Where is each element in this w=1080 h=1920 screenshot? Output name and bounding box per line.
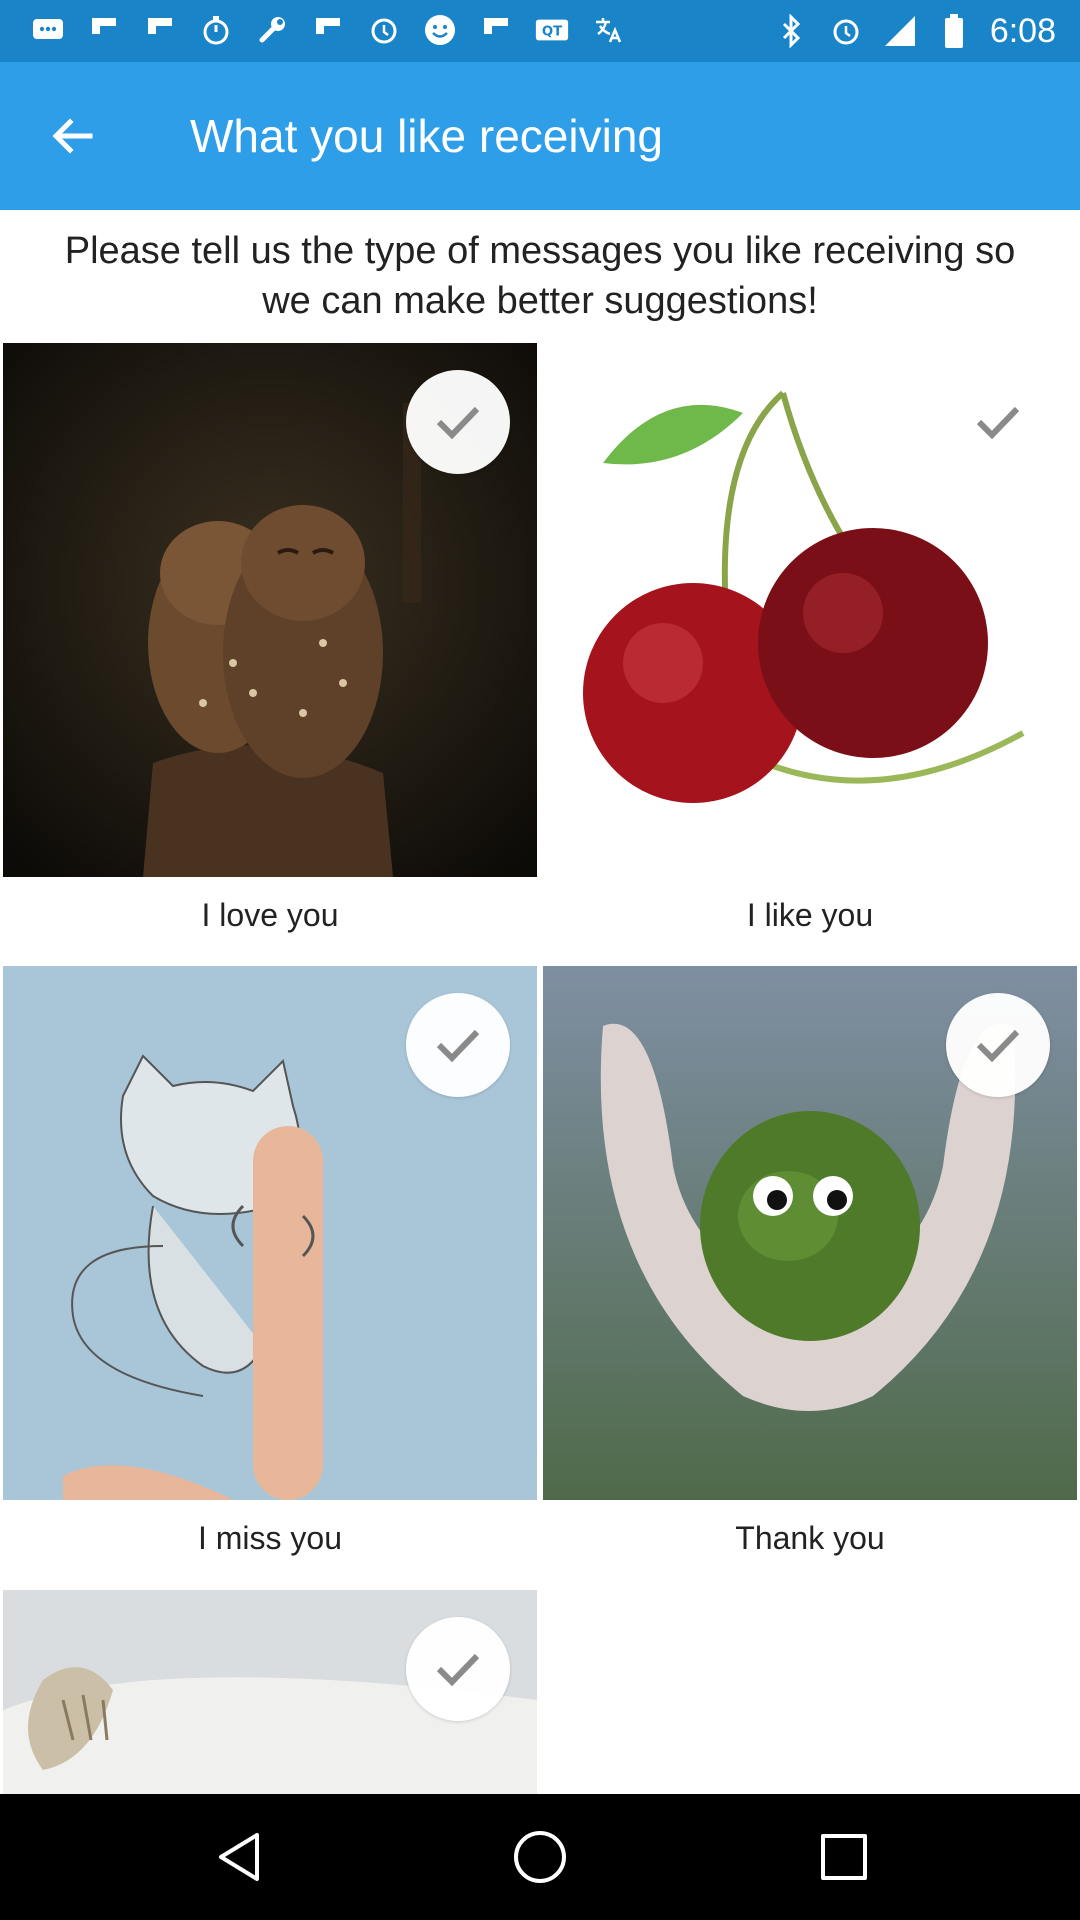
app-bar: What you like receiving	[0, 62, 1080, 210]
circle-home-icon	[514, 1831, 566, 1883]
system-nav-bar	[0, 1794, 1080, 1920]
flipboard-icon	[86, 12, 122, 48]
status-time: 6:08	[989, 12, 1056, 50]
arrow-left-icon	[52, 118, 93, 154]
page-title: What you like receiving	[190, 110, 663, 162]
nav-home-button[interactable]	[504, 1824, 576, 1890]
tile-label: Thank you	[735, 1520, 885, 1556]
qt-icon: QT	[534, 12, 570, 48]
nav-recents-button[interactable]	[808, 1824, 880, 1890]
alarm-icon	[366, 12, 402, 48]
translate-icon	[590, 12, 626, 48]
bluetooth-icon	[774, 13, 810, 49]
checkmark-icon	[976, 1029, 1020, 1063]
svg-text:QT: QT	[542, 25, 562, 40]
checkmark-icon	[976, 406, 1020, 440]
triangle-back-icon	[219, 1833, 259, 1881]
messaging-icon	[30, 12, 66, 48]
flipboard-icon	[310, 12, 346, 48]
select-check-button[interactable]	[406, 370, 510, 474]
system-indicators: 6:08	[774, 10, 1056, 52]
signal-icon	[882, 13, 918, 49]
stopwatch-icon	[198, 12, 234, 48]
square-recents-icon	[821, 1834, 867, 1880]
nav-back-button[interactable]	[202, 1824, 274, 1890]
flipboard-icon	[142, 12, 178, 48]
smiley-icon	[422, 12, 458, 48]
notification-icons: QT	[30, 12, 626, 48]
wrench-icon	[254, 12, 290, 48]
alarm-icon	[828, 13, 864, 49]
tile-label: I miss you	[197, 1520, 343, 1556]
intro-text: Please tell us the type of messages you …	[64, 230, 1016, 322]
checkmark-icon	[436, 406, 480, 440]
select-check-button[interactable]	[946, 993, 1050, 1097]
battery-icon	[936, 13, 972, 49]
flipboard-icon	[478, 12, 514, 48]
select-check-button[interactable]	[946, 370, 1050, 474]
back-button[interactable]	[36, 106, 108, 166]
checkmark-icon	[436, 1029, 480, 1063]
checkmark-icon	[436, 1653, 480, 1687]
select-check-button[interactable]	[406, 993, 510, 1097]
tile-label: I love you	[201, 897, 339, 933]
select-check-button[interactable]	[406, 1617, 510, 1721]
status-bar: QT 6:08	[0, 0, 1080, 62]
tile-label: I like you	[746, 897, 874, 933]
